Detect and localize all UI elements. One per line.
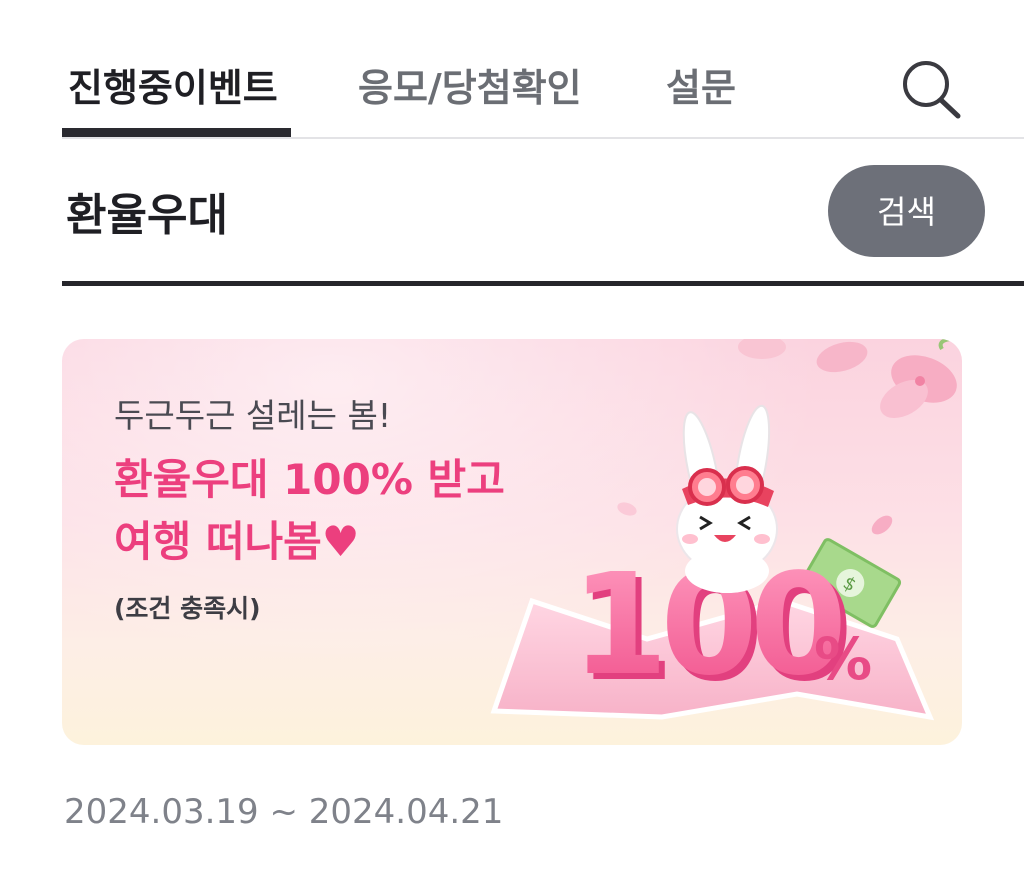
search-button[interactable]: 검색	[828, 165, 985, 257]
tab-survey[interactable]: 설문	[666, 60, 736, 116]
banner-headline: 환율우대 100% 받고 여행 떠나봄♥	[114, 449, 505, 573]
banner-condition-note: (조건 충족시)	[114, 594, 261, 623]
event-tabs: 진행중이벤트 응모/당첨확인 설문	[0, 0, 1024, 140]
category-title: 환율우대	[66, 190, 228, 241]
tabs-divider	[62, 137, 1024, 139]
banner-headline-line1: 환율우대 100% 받고	[114, 455, 505, 504]
category-divider	[62, 281, 1024, 286]
event-banner-card[interactable]: $ 100 100 % 두근두근 설레는 봄! 환율우대 100% 받고 여행 …	[62, 339, 962, 745]
svg-text:%: %	[814, 625, 872, 693]
tab-apply-winner-check[interactable]: 응모/당첨확인	[358, 60, 582, 116]
event-date-range: 2024.03.19 ~ 2024.04.21	[64, 792, 504, 832]
banner-headline-line2: 여행 떠나봄♥	[114, 517, 360, 566]
search-icon[interactable]	[898, 56, 964, 122]
bunny-mascot-icon	[676, 404, 778, 593]
tab-ongoing-events[interactable]: 진행중이벤트	[68, 60, 278, 116]
banner-eyebrow-text: 두근두근 설레는 봄!	[114, 396, 392, 435]
